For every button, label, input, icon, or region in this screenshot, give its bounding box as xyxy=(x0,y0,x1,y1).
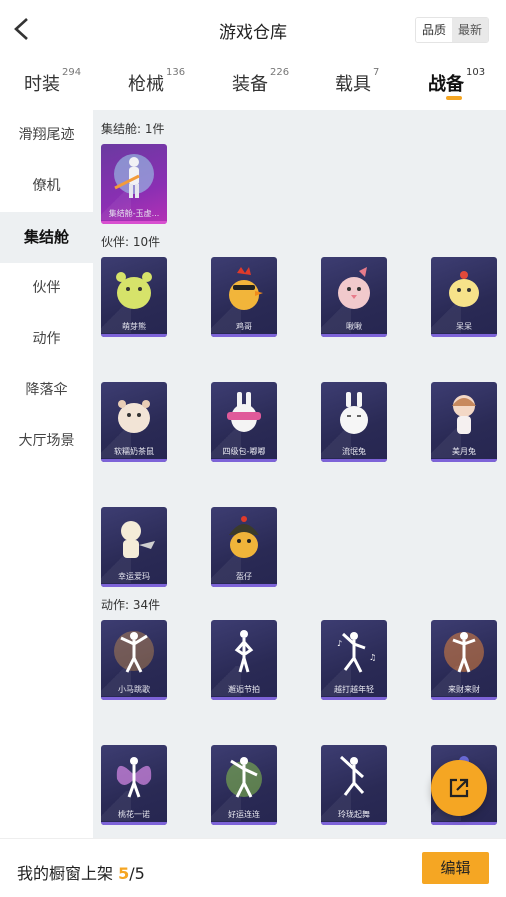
tab-label: 枪械 xyxy=(128,74,164,95)
tab-count: 103 xyxy=(466,67,486,78)
sidebar-item-glide-trail[interactable]: 滑翔尾迹 xyxy=(0,110,93,161)
chick-icon xyxy=(449,271,479,307)
item-card[interactable]: 来财来财 xyxy=(431,620,497,700)
showcase-label: 我的橱窗上架 xyxy=(17,864,114,883)
item-card[interactable]: 美月兔 xyxy=(431,382,497,462)
item-card[interactable]: 鸡哥 xyxy=(211,257,277,337)
tab-vehicles[interactable]: 载具7 xyxy=(335,67,380,96)
sidebar-item-parachute[interactable]: 降落伞 xyxy=(0,365,93,416)
active-tab-indicator xyxy=(446,96,462,100)
tab-equipment[interactable]: 装备226 xyxy=(232,67,290,96)
sidebar-item-wingman[interactable]: 僚机 xyxy=(0,161,93,212)
sprout-bear-icon xyxy=(116,272,152,309)
tab-label: 装备 xyxy=(232,74,268,95)
item-card[interactable]: 啾啾 xyxy=(321,257,387,337)
item-label: 美月兔 xyxy=(452,447,476,456)
item-card[interactable]: 小马跳歌 xyxy=(101,620,167,700)
item-card[interactable]: 好运连连 xyxy=(211,745,277,825)
bottom-bar: 我的橱窗上架 5/5 编辑 xyxy=(0,838,506,897)
tab-combat-gear[interactable]: 战备103 xyxy=(428,67,486,96)
dance-pose-icon xyxy=(114,631,154,673)
item-label: 集结舱-玉虚... xyxy=(108,209,160,218)
showcase-total: /5 xyxy=(129,864,145,883)
item-card[interactable]: 萌芽熊 xyxy=(101,257,167,337)
item-label: 软糯奶茶鼠 xyxy=(114,447,154,456)
item-card[interactable]: 软糯奶茶鼠 xyxy=(101,382,167,462)
tab-label: 载具 xyxy=(335,74,371,95)
section-title-partner: 伙伴: 10件 xyxy=(101,235,161,249)
showcase-count: 5 xyxy=(118,864,130,883)
dance-pose-icon xyxy=(444,632,484,673)
item-label: 小马跳歌 xyxy=(118,685,150,694)
showcase-status: 我的橱窗上架 5/5 xyxy=(17,860,145,884)
item-label: 啾啾 xyxy=(346,322,362,331)
rooster-icon xyxy=(229,267,263,310)
dance-pose-icon xyxy=(116,757,152,798)
rogue-rabbit-icon xyxy=(340,392,368,434)
item-label: 幸运爱玛 xyxy=(118,572,150,581)
dance-pose-icon: ♪♫ xyxy=(337,632,376,673)
item-card[interactable]: 幸运爱玛 xyxy=(101,507,167,587)
item-label: 流氓兔 xyxy=(342,447,366,456)
edit-button[interactable]: 编辑 xyxy=(422,852,489,884)
category-tabs: 时装294 枪械136 装备226 载具7 战备103 xyxy=(0,64,506,108)
tab-fashion[interactable]: 时装294 xyxy=(24,67,82,96)
external-link-icon xyxy=(449,778,469,798)
item-label: 来财来财 xyxy=(448,685,480,694)
item-card[interactable]: 集结舱-玉虚... xyxy=(101,144,167,224)
item-card[interactable]: 邂逅节拍 xyxy=(211,620,277,700)
tab-label: 战备 xyxy=(428,74,464,95)
item-label: 鸡哥 xyxy=(236,322,252,331)
sidebar-item-lobby-scene[interactable]: 大厅场景 xyxy=(0,416,93,467)
helmet-kid-icon xyxy=(229,516,259,558)
tab-firearms[interactable]: 枪械136 xyxy=(128,67,186,96)
tab-count: 294 xyxy=(62,67,82,78)
bunny-backpack-icon xyxy=(227,392,261,432)
item-label: 萌芽熊 xyxy=(122,322,146,331)
top-bar: 游戏仓库 品质 最新 xyxy=(0,0,506,60)
section-title-action: 动作: 34件 xyxy=(101,598,161,612)
tab-count: 226 xyxy=(270,67,290,78)
svg-text:♫: ♫ xyxy=(369,653,376,662)
tab-count: 136 xyxy=(166,67,186,78)
item-label: 桃花一诺 xyxy=(118,810,150,819)
tab-count: 7 xyxy=(373,67,380,78)
hamster-icon xyxy=(118,400,150,433)
sort-toggle: 品质 最新 xyxy=(415,17,489,43)
svg-text:♪: ♪ xyxy=(337,639,342,648)
item-card[interactable]: 桃花一诺 xyxy=(101,745,167,825)
section-title-capsule: 集结舱: 1件 xyxy=(101,122,165,136)
dance-pose-icon xyxy=(226,757,262,798)
item-label: 盔仔 xyxy=(236,572,252,581)
item-label: 玲珑起舞 xyxy=(338,810,370,819)
share-button[interactable] xyxy=(431,760,487,816)
item-label: 四级包-嘟嘟 xyxy=(222,447,266,456)
pink-bird-icon xyxy=(338,267,370,309)
item-label: 好运连连 xyxy=(228,810,260,819)
item-card[interactable]: 流氓兔 xyxy=(321,382,387,462)
item-card[interactable]: 呆呆 xyxy=(431,257,497,337)
dance-pose-icon xyxy=(339,755,365,796)
item-card[interactable]: 盔仔 xyxy=(211,507,277,587)
item-card[interactable]: ♪ ♫ 越打越年轻 xyxy=(321,620,387,700)
sidebar-item-partner[interactable]: 伙伴 xyxy=(0,263,93,314)
item-card[interactable]: 四级包-嘟嘟 xyxy=(211,382,277,462)
item-grid-panel: 集结舱: 1件 集结舱-玉虚... 伙伴: 10件 萌芽熊 鸡哥 啾啾 呆呆 软… xyxy=(93,110,506,838)
capsule-figure-icon xyxy=(114,154,154,198)
sidebar-item-action[interactable]: 动作 xyxy=(0,314,93,365)
lucky-emma-icon xyxy=(121,521,155,558)
item-label: 邂逅节拍 xyxy=(228,685,260,694)
dance-pose-icon xyxy=(234,630,254,673)
sidebar: 滑翔尾迹 僚机 集结舱 伙伴 动作 降落伞 大厅场景 xyxy=(0,110,93,838)
tab-label: 时装 xyxy=(24,74,60,95)
item-card[interactable]: 玲珑起舞 xyxy=(321,745,387,825)
sort-quality-button[interactable]: 品质 xyxy=(416,18,452,42)
item-label: 越打越年轻 xyxy=(334,685,374,694)
sort-newest-button[interactable]: 最新 xyxy=(452,18,488,42)
moon-rabbit-icon xyxy=(452,395,476,434)
item-label: 呆呆 xyxy=(456,322,472,331)
sidebar-item-capsule[interactable]: 集结舱 xyxy=(0,212,93,263)
